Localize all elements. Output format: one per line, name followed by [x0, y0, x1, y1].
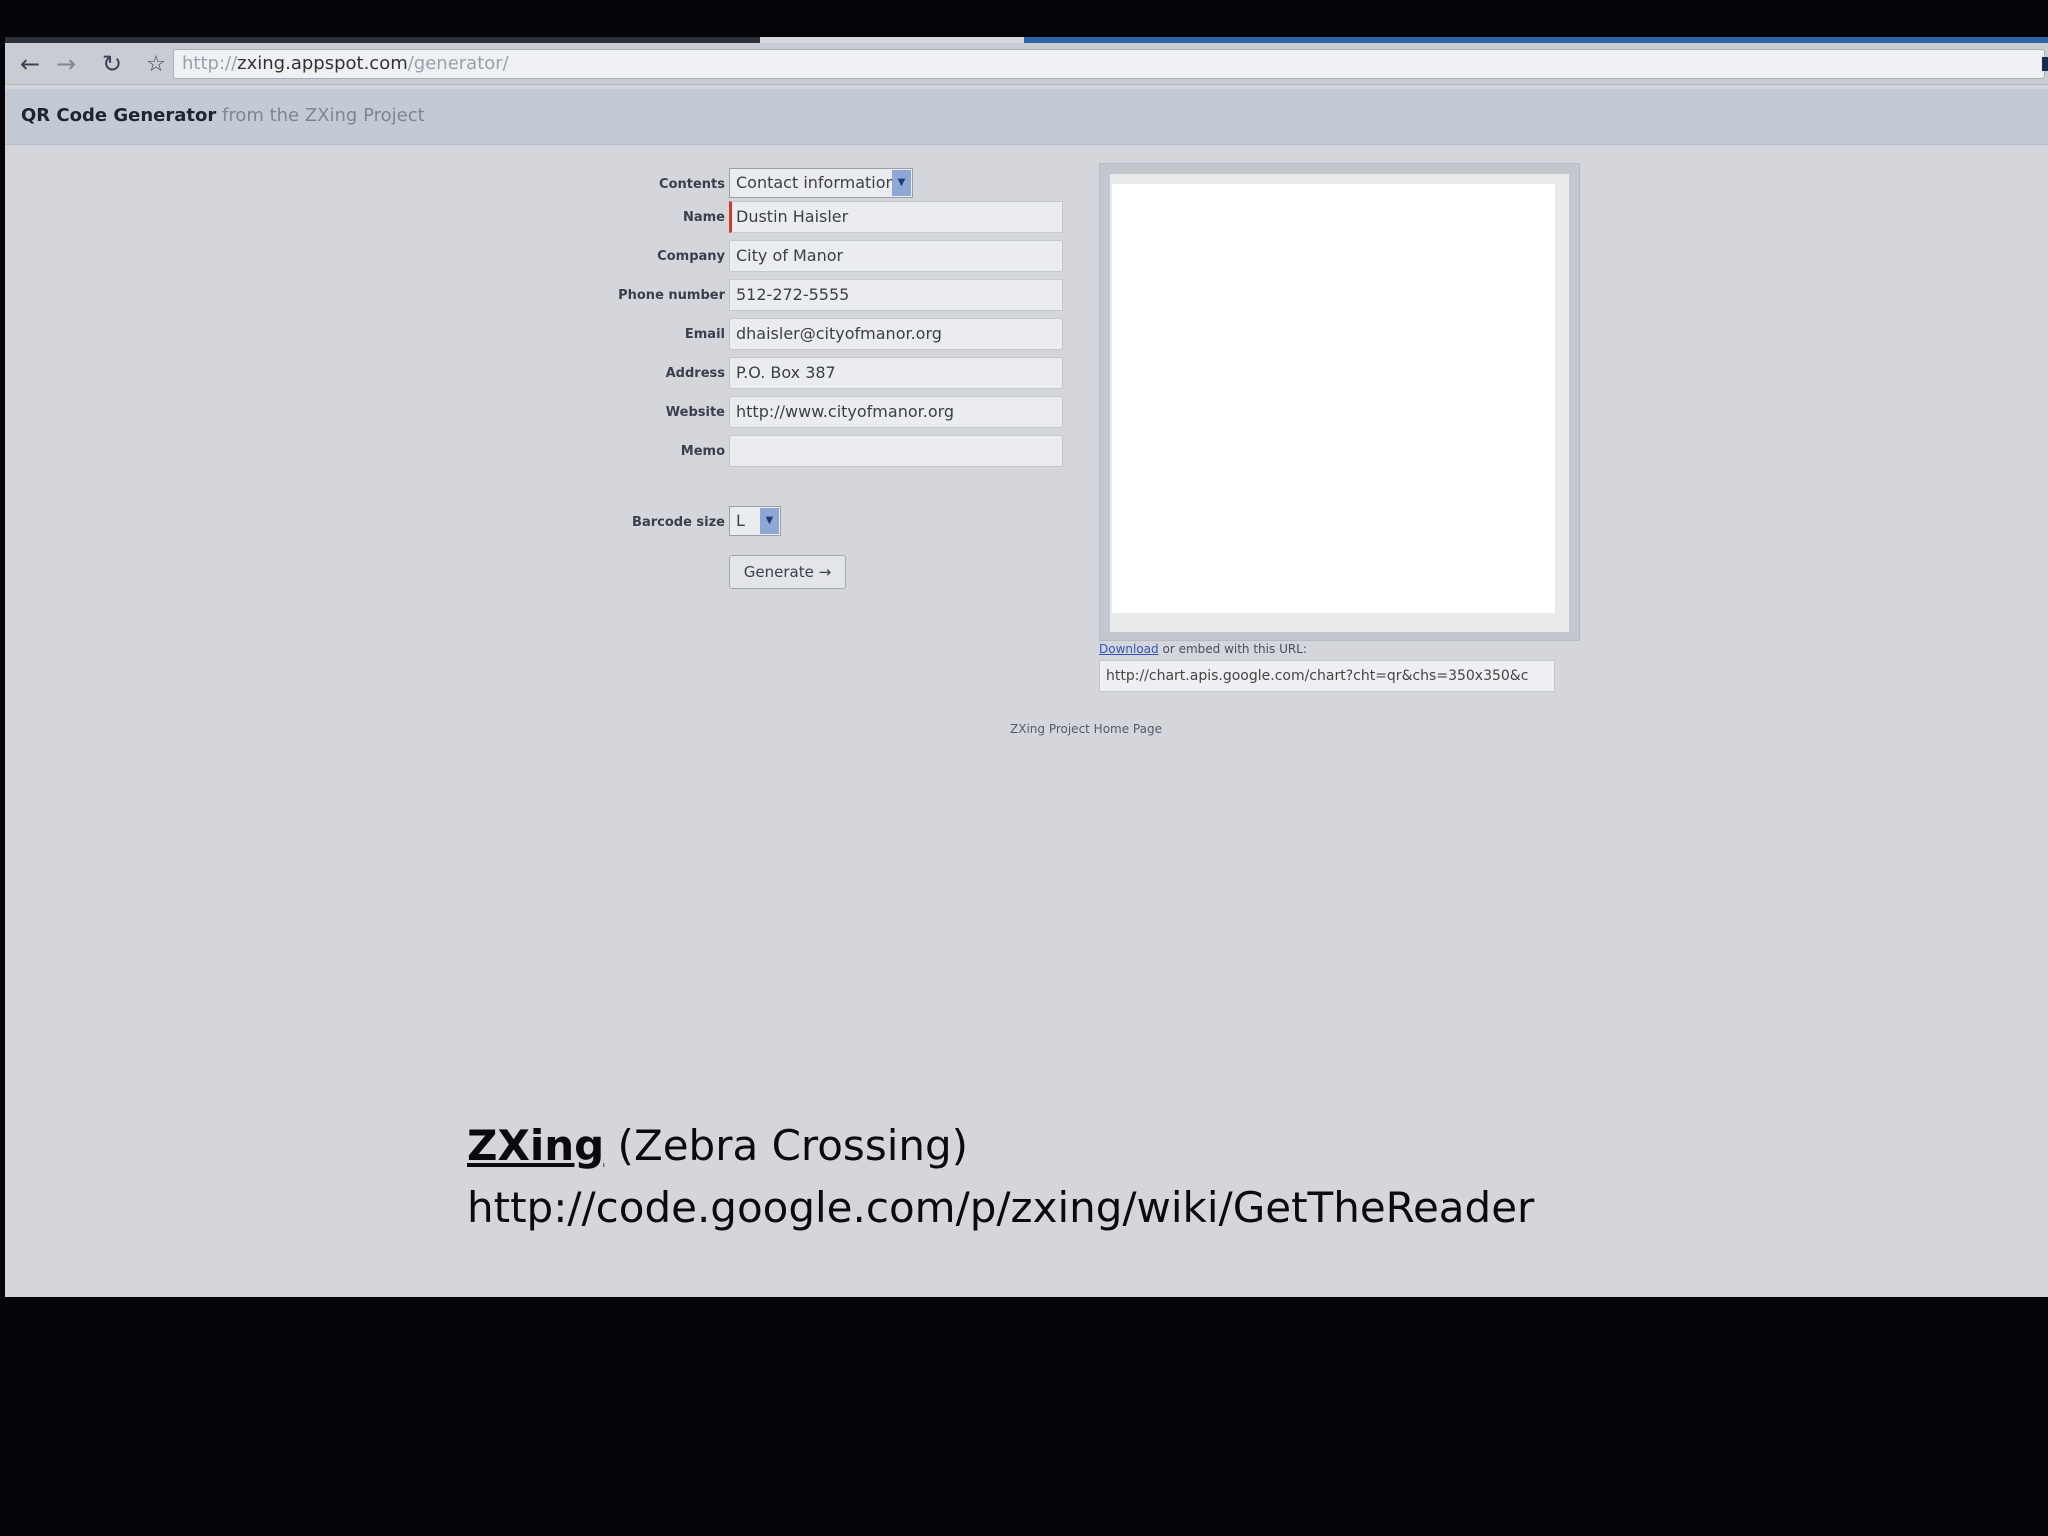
qr-preview-frame	[1099, 163, 1580, 641]
extension-icon[interactable]	[2042, 57, 2048, 71]
back-icon[interactable]: ←	[15, 49, 45, 79]
url-host: zxing.appspot.com	[237, 53, 408, 74]
url-scheme: http://	[182, 53, 238, 74]
slide: ← → ↻ ☆ http://zxing.appspot.com/generat…	[5, 37, 2048, 1297]
contents-label: Contents	[659, 177, 725, 192]
page-title: QR Code Generator from the ZXing Project	[21, 105, 425, 126]
download-link[interactable]: Download	[1099, 642, 1159, 656]
address-label: Address	[665, 366, 725, 381]
phone-label: Phone number	[618, 288, 725, 303]
email-field[interactable]: dhaisler@cityofmanor.org	[729, 318, 1063, 350]
caption-line-1: ZXing (Zebra Crossing)	[467, 1115, 1534, 1177]
barcode-size-select[interactable]: L ▼	[729, 506, 781, 536]
website-field[interactable]: http://www.cityofmanor.org	[729, 396, 1063, 428]
website-label: Website	[665, 405, 725, 420]
page-header: QR Code Generator from the ZXing Project	[5, 89, 2048, 145]
caption-url: http://code.google.com/p/zxing/wiki/GetT…	[467, 1183, 1535, 1232]
download-row: Download or embed with this URL:	[1099, 642, 1307, 656]
project-home-link[interactable]: ZXing Project Home Page	[1010, 722, 1162, 736]
name-field[interactable]: Dustin Haisler	[729, 201, 1063, 233]
contents-select[interactable]: Contact information ▼	[729, 168, 913, 198]
company-field[interactable]: City of Manor	[729, 240, 1063, 272]
barcode-size-label: Barcode size	[632, 515, 725, 530]
embed-label: or embed with this URL:	[1162, 642, 1307, 656]
company-label: Company	[657, 249, 725, 264]
star-icon[interactable]: ☆	[141, 49, 171, 79]
chevron-down-icon: ▼	[892, 170, 911, 196]
contents-select-value: Contact information	[736, 173, 896, 192]
embed-url-field[interactable]: http://chart.apis.google.com/chart?cht=q…	[1099, 660, 1555, 692]
browser-toolbar: ← → ↻ ☆ http://zxing.appspot.com/generat…	[5, 43, 2048, 85]
url-path: /generator/	[407, 53, 509, 74]
qr-preview	[1110, 174, 1569, 632]
email-label: Email	[684, 327, 725, 342]
address-field[interactable]: P.O. Box 387	[729, 357, 1063, 389]
address-bar[interactable]: http://zxing.appspot.com/generator/	[173, 49, 2045, 79]
name-label: Name	[682, 210, 725, 225]
generate-button[interactable]: Generate →	[729, 555, 846, 589]
zxing-link[interactable]: ZXing	[467, 1121, 604, 1170]
app-title: QR Code Generator	[21, 105, 217, 126]
qr-preview-image	[1112, 184, 1555, 613]
caption-paren: (Zebra Crossing)	[604, 1121, 969, 1170]
memo-field[interactable]	[729, 435, 1063, 467]
phone-field[interactable]: 512-272-5555	[729, 279, 1063, 311]
slide-caption: ZXing (Zebra Crossing) http://code.googl…	[467, 1115, 1534, 1239]
chevron-down-icon: ▼	[760, 508, 779, 534]
app-subtitle: from the ZXing Project	[221, 105, 425, 126]
memo-label: Memo	[680, 444, 725, 459]
barcode-size-value: L	[736, 511, 745, 530]
forward-icon[interactable]: →	[51, 49, 81, 79]
reload-icon[interactable]: ↻	[97, 49, 127, 79]
